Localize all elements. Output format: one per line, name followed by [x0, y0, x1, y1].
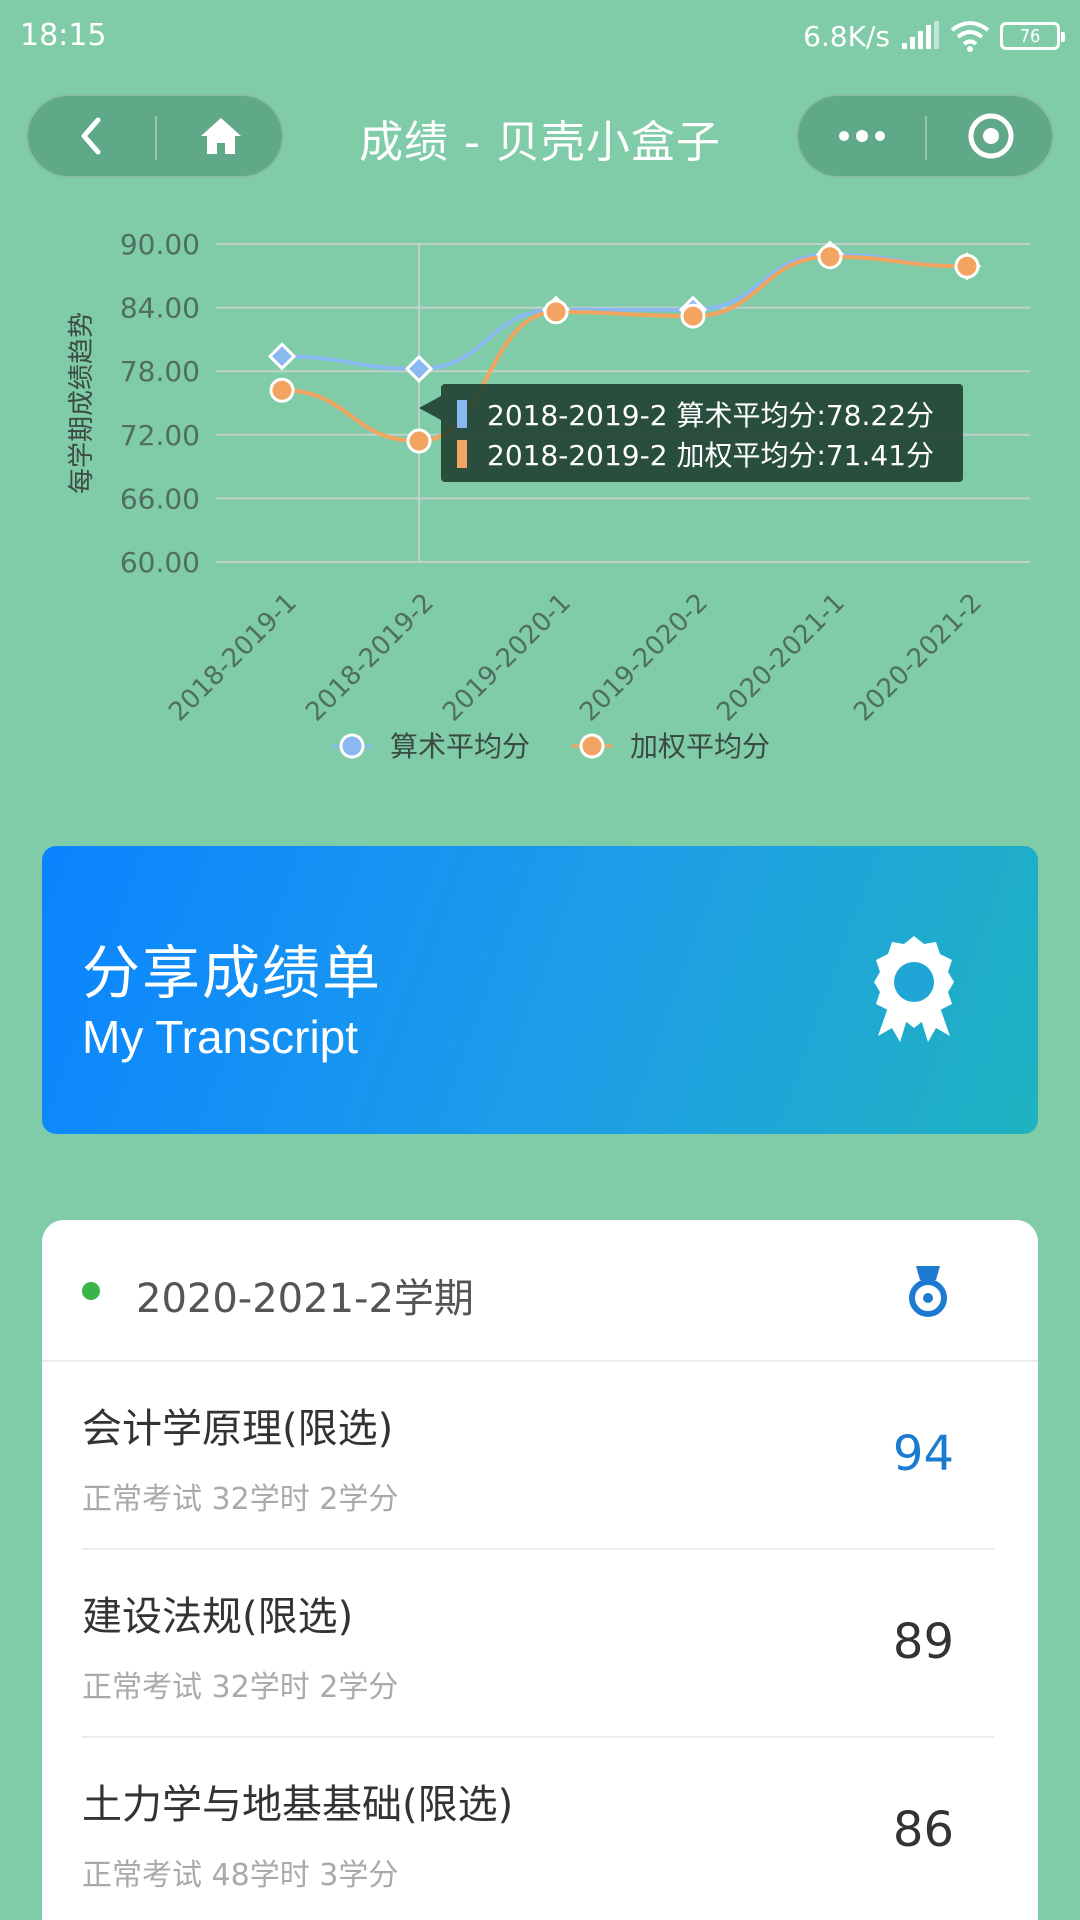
award-icon	[874, 936, 954, 1042]
data-point	[269, 377, 295, 403]
back-button[interactable]	[28, 96, 155, 176]
y-axis-title: 每学期成绩趋势	[67, 312, 97, 494]
share-transcript-banner[interactable]: 分享成绩单 My Transcript	[42, 846, 1038, 1134]
course-score: 86	[892, 1802, 954, 1858]
chevron-left-icon	[81, 117, 100, 155]
course-row[interactable]: 建设法规(限选) 正常考试 32学时 2学分 89	[82, 1550, 994, 1738]
tooltip-row-arith: 2018-2019-2 算术平均分:78.22分	[457, 394, 947, 434]
x-tick-label: 2018-2019-1	[163, 588, 303, 728]
more-dots-icon	[838, 130, 885, 142]
share-subtitle: My Transcript	[82, 1011, 359, 1063]
status-indicators: 6.8K/s 76	[803, 16, 1065, 56]
tooltip-marker	[457, 440, 467, 468]
course-meta: 正常考试 32学时 2学分	[82, 1482, 399, 1517]
legend-marker	[579, 733, 605, 759]
data-point	[404, 354, 434, 383]
more-button[interactable]	[798, 96, 925, 176]
course-row[interactable]: 土力学与地基基础(限选) 正常考试 48学时 3学分 86	[82, 1738, 994, 1920]
medal-icon[interactable]	[906, 1264, 950, 1318]
course-meta: 正常考试 32学时 2学分	[82, 1670, 399, 1705]
x-tick-label: 2019-2020-1	[437, 588, 577, 728]
grade-trend-chart[interactable]: 90.00 84.00 78.00 72.00 66.00 60.00 每学期成绩趋势 201…	[0, 200, 1080, 790]
battery-icon: 76	[1000, 22, 1065, 50]
legend-label: 加权平均分	[630, 730, 770, 763]
tooltip-text: 2018-2019-2 算术平均分:78.22分	[487, 399, 935, 432]
semester-card: 2020-2021-2学期 会计学原理(限选) 正常考试 32学时 2学分 94…	[42, 1220, 1038, 1920]
y-tick-label: 60.00	[120, 546, 200, 579]
status-dot	[82, 1282, 100, 1300]
status-bar: 18:15 6.8K/s 76	[0, 0, 1080, 72]
data-point	[680, 303, 706, 329]
chart-svg: 90.00 84.00 78.00 72.00 66.00 60.00 每学期成绩趋势 201…	[67, 228, 1030, 763]
tooltip-text: 2018-2019-2 加权平均分:71.41分	[487, 439, 935, 472]
chart-tooltip: 2018-2019-2 算术平均分:78.22分 2018-2019-2 加权平…	[419, 384, 963, 482]
data-point	[543, 299, 569, 325]
wifi-icon	[950, 21, 990, 52]
y-tick-label: 78.00	[120, 355, 200, 388]
x-tick-label: 2020-2021-2	[848, 588, 988, 728]
status-time: 18:15	[20, 18, 107, 53]
y-tick-label: 66.00	[120, 482, 200, 515]
close-miniprogram-button[interactable]	[927, 96, 1054, 176]
course-name: 土力学与地基基础(限选)	[82, 1782, 514, 1828]
nav-capsule-right	[796, 94, 1054, 178]
data-point	[406, 428, 432, 454]
share-title: 分享成绩单	[82, 939, 383, 1007]
semester-header[interactable]: 2020-2021-2学期	[42, 1220, 1038, 1362]
data-point	[267, 342, 297, 371]
x-tick-label: 2020-2021-1	[711, 588, 851, 728]
legend-label: 算术平均分	[390, 730, 530, 763]
y-tick-label: 90.00	[120, 228, 200, 261]
nav-capsule-left	[26, 94, 284, 178]
tooltip-row-weighted: 2018-2019-2 加权平均分:71.41分	[457, 434, 947, 474]
home-button[interactable]	[157, 96, 284, 176]
x-tick-label: 2018-2019-2	[300, 588, 440, 728]
course-name: 建设法规(限选)	[82, 1594, 354, 1640]
course-score: 94	[892, 1426, 954, 1482]
y-tick-label: 72.00	[120, 419, 200, 452]
course-score: 89	[892, 1614, 954, 1670]
tooltip-marker	[457, 400, 467, 428]
page-title: 成绩 - 贝壳小盒子	[359, 117, 721, 168]
target-icon	[968, 113, 1013, 159]
home-icon	[200, 118, 241, 154]
series-line	[281, 252, 968, 371]
semester-title: 2020-2021-2学期	[136, 1276, 474, 1322]
network-speed: 6.8K/s	[803, 19, 890, 53]
course-row[interactable]: 会计学原理(限选) 正常考试 32学时 2学分 94	[82, 1362, 994, 1550]
y-tick-label: 84.00	[120, 292, 200, 325]
course-meta: 正常考试 48学时 3学分	[82, 1858, 399, 1893]
data-point	[954, 253, 980, 279]
signal-icon	[902, 21, 939, 49]
course-name: 会计学原理(限选)	[82, 1406, 394, 1452]
legend-marker	[339, 733, 365, 759]
data-point	[817, 244, 843, 270]
x-tick-label: 2019-2020-2	[574, 588, 714, 728]
